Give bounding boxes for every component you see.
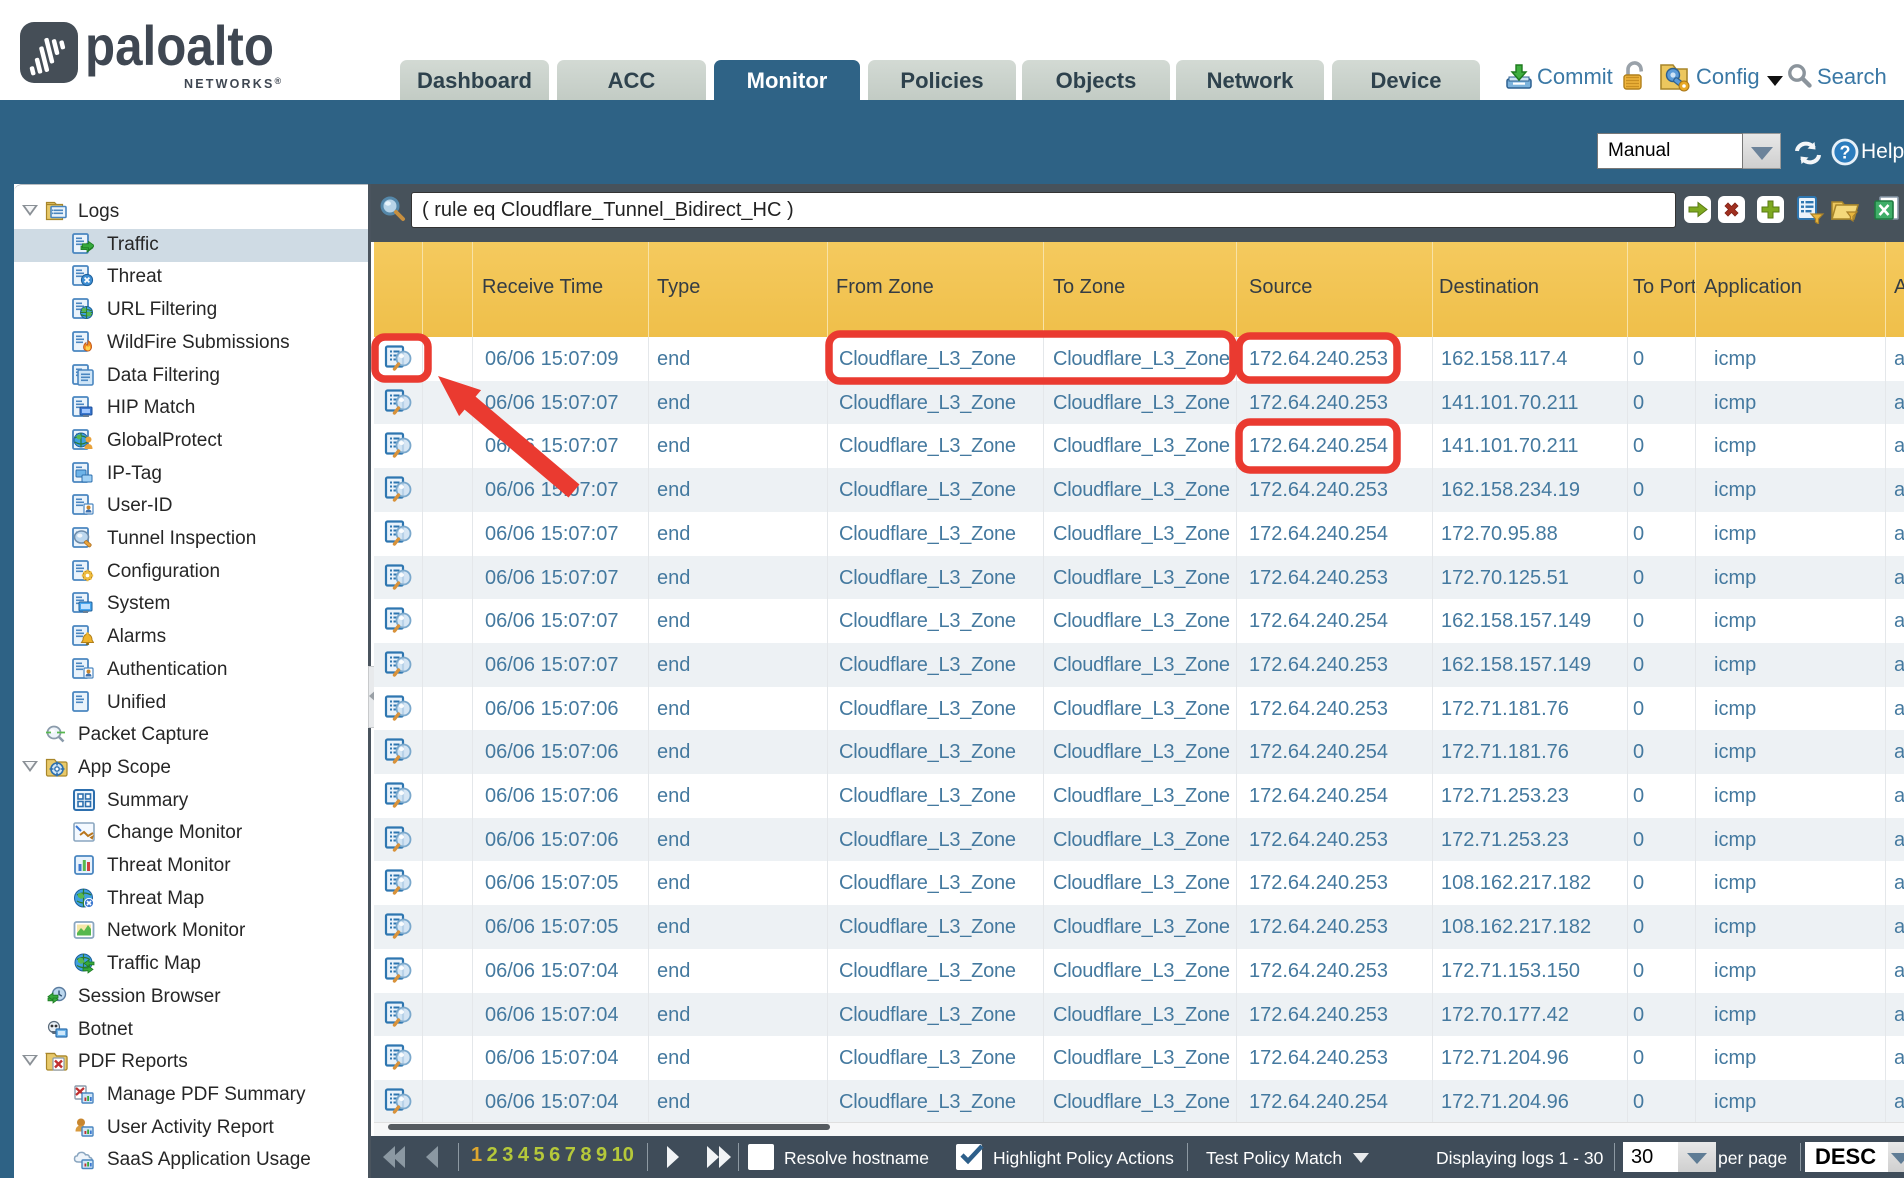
svg-text:?: ?: [1840, 143, 1851, 163]
